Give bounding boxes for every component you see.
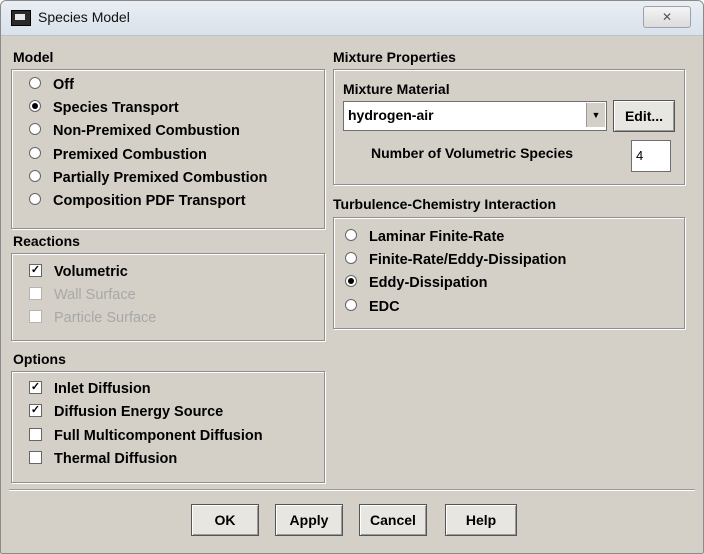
tci-laminar-finite-rate[interactable]: Laminar Finite-Rate: [345, 229, 504, 245]
window-title: Species Model: [38, 9, 130, 25]
option-full-multicomponent[interactable]: ✓Full Multicomponent Diffusion: [29, 427, 263, 444]
tci-finite-rate-eddy-dissipation[interactable]: Finite-Rate/Eddy-Dissipation: [345, 252, 566, 268]
reaction-wall-surface[interactable]: ✓Wall Surface: [29, 286, 136, 303]
volumetric-species-field: 4: [631, 140, 671, 172]
radio-icon[interactable]: [29, 123, 41, 136]
checkbox-icon[interactable]: ✓: [29, 309, 42, 323]
checkbox-checked-icon[interactable]: ✓: [29, 403, 42, 417]
dialog-body: Model Off Species Transport Non-Premixed…: [9, 37, 695, 545]
model-option-off[interactable]: Off: [29, 77, 74, 93]
app-icon: [11, 10, 31, 26]
option-thermal-diffusion[interactable]: ✓Thermal Diffusion: [29, 450, 177, 467]
tci-eddy-dissipation[interactable]: Eddy-Dissipation: [345, 275, 487, 291]
checkbox-icon[interactable]: ✓: [29, 427, 42, 441]
title-bar[interactable]: Species Model ✕: [1, 1, 703, 36]
options-label: Options: [13, 351, 66, 367]
model-option-partially-premixed[interactable]: Partially Premixed Combustion: [29, 170, 267, 186]
radio-icon[interactable]: [345, 299, 357, 312]
radio-icon[interactable]: [345, 252, 357, 265]
species-model-dialog: Species Model ✕ Model Off Species Transp…: [0, 0, 704, 554]
radio-selected-icon[interactable]: [29, 100, 41, 113]
tci-edc[interactable]: EDC: [345, 299, 400, 315]
checkbox-icon[interactable]: ✓: [29, 450, 42, 464]
mixture-material-select[interactable]: hydrogen-air ▼: [343, 101, 607, 131]
mixture-material-value: hydrogen-air: [348, 107, 434, 123]
reaction-volumetric[interactable]: ✓ Volumetric: [29, 263, 128, 280]
checkbox-checked-icon[interactable]: ✓: [29, 263, 42, 277]
radio-icon[interactable]: [29, 147, 41, 160]
radio-icon[interactable]: [29, 170, 41, 183]
radio-icon[interactable]: [345, 229, 357, 242]
tci-label: Turbulence-Chemistry Interaction: [333, 196, 557, 212]
chevron-down-icon[interactable]: ▼: [586, 103, 605, 127]
radio-icon[interactable]: [29, 193, 41, 206]
apply-button[interactable]: Apply: [275, 504, 343, 536]
edit-button[interactable]: Edit...: [613, 100, 675, 132]
radio-icon[interactable]: [29, 77, 41, 90]
cancel-button[interactable]: Cancel: [359, 504, 427, 536]
checkbox-checked-icon[interactable]: ✓: [29, 380, 42, 394]
help-button[interactable]: Help: [445, 504, 517, 536]
model-option-premixed[interactable]: Premixed Combustion: [29, 147, 207, 163]
reactions-label: Reactions: [13, 233, 80, 249]
option-diffusion-energy-source[interactable]: ✓ Diffusion Energy Source: [29, 403, 223, 420]
checkbox-icon[interactable]: ✓: [29, 286, 42, 300]
reaction-particle-surface[interactable]: ✓Particle Surface: [29, 309, 156, 326]
radio-selected-icon[interactable]: [345, 275, 357, 288]
button-bar-divider: [9, 489, 695, 491]
mixture-properties-label: Mixture Properties: [333, 49, 456, 65]
close-button[interactable]: ✕: [643, 6, 691, 28]
model-option-composition-pdf[interactable]: Composition PDF Transport: [29, 193, 246, 209]
model-option-species-transport[interactable]: Species Transport: [29, 100, 179, 116]
model-label: Model: [13, 49, 54, 65]
option-inlet-diffusion[interactable]: ✓ Inlet Diffusion: [29, 380, 151, 397]
ok-button[interactable]: OK: [191, 504, 259, 536]
mixture-material-label: Mixture Material: [343, 81, 450, 97]
volumetric-species-label: Number of Volumetric Species: [371, 145, 574, 161]
model-option-non-premixed[interactable]: Non-Premixed Combustion: [29, 123, 240, 139]
